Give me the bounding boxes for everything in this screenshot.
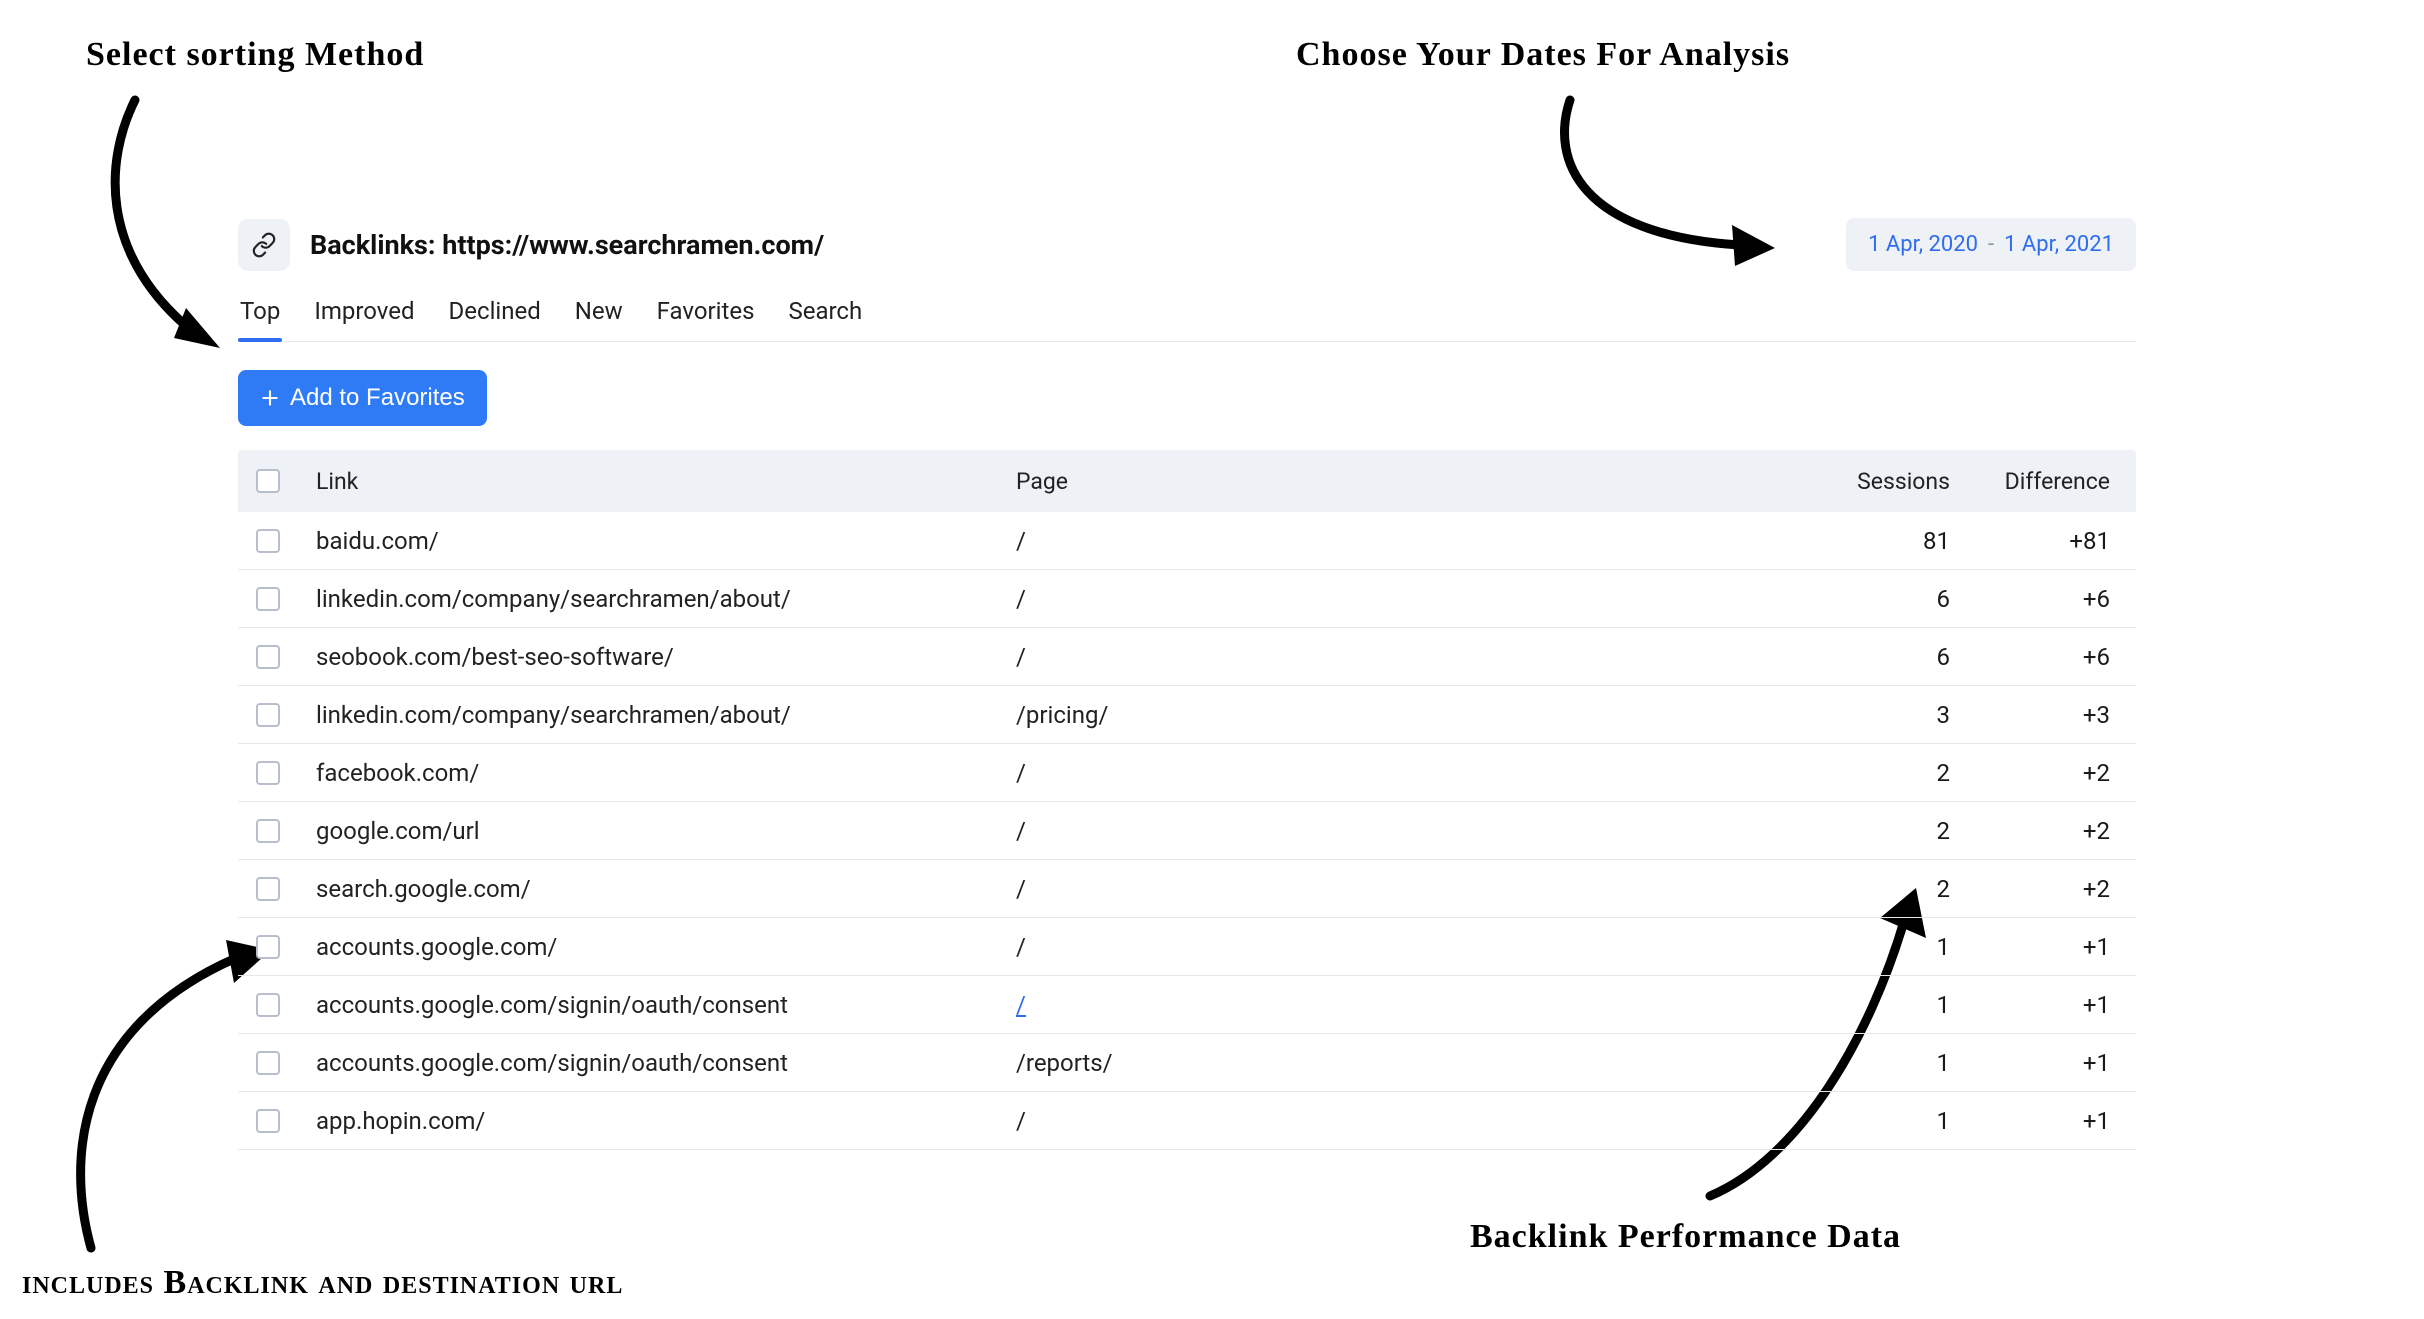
difference-value: +2 [1958,875,2118,903]
destination-page: / [1016,643,1798,671]
row-checkbox[interactable] [256,819,280,843]
backlinks-panel: Backlinks: https://www.searchramen.com/ … [238,218,2136,1150]
difference-value: +1 [1958,1049,2118,1077]
annotation-choose-dates: Choose Your Dates For Analysis [1296,36,1790,74]
add-to-favorites-button[interactable]: Add to Favorites [238,370,487,426]
destination-page: / [1016,875,1798,903]
page-title: Backlinks: https://www.searchramen.com/ [310,229,824,261]
column-sessions[interactable]: Sessions [1798,468,1958,495]
difference-value: +6 [1958,585,2118,613]
difference-value: +2 [1958,817,2118,845]
backlink-url[interactable]: linkedin.com/company/searchramen/about/ [316,701,1016,729]
destination-page: / [1016,759,1798,787]
difference-value: +3 [1958,701,2118,729]
backlink-url[interactable]: baidu.com/ [316,527,1016,555]
difference-value: +6 [1958,643,2118,671]
destination-page: / [1016,817,1798,845]
column-difference[interactable]: Difference [1958,468,2118,495]
difference-value: +1 [1958,991,2118,1019]
sessions-value: 6 [1798,585,1958,613]
sessions-value: 81 [1798,527,1958,555]
backlink-url[interactable]: accounts.google.com/signin/oauth/consent [316,991,1016,1019]
annotation-sorting-method: Select sorting Method [86,36,424,74]
annotation-performance: Backlink Performance Data [1470,1218,1901,1256]
table-row: seobook.com/best-seo-software//6+6 [238,628,2136,686]
destination-page: /pricing/ [1016,701,1798,729]
table-row: google.com/url/2+2 [238,802,2136,860]
table-row: facebook.com//2+2 [238,744,2136,802]
tab-favorites[interactable]: Favorites [655,297,757,341]
date-range-picker[interactable]: 1 Apr, 2020 - 1 Apr, 2021 [1846,218,2136,271]
row-checkbox[interactable] [256,761,280,785]
destination-page: / [1016,527,1798,555]
sessions-value: 2 [1798,875,1958,903]
tab-top[interactable]: Top [238,297,282,341]
backlinks-table: Link Page Sessions Difference baidu.com/… [238,450,2136,1150]
sessions-value: 6 [1798,643,1958,671]
row-checkbox[interactable] [256,877,280,901]
row-checkbox[interactable] [256,993,280,1017]
backlink-url[interactable]: google.com/url [316,817,1016,845]
sessions-value: 3 [1798,701,1958,729]
select-all-checkbox[interactable] [256,469,280,493]
tab-search[interactable]: Search [786,297,864,341]
row-checkbox[interactable] [256,529,280,553]
table-row: linkedin.com/company/searchramen/about//… [238,686,2136,744]
tab-new[interactable]: New [573,297,625,341]
annotation-backlink-url: includes Backlink and destination url [22,1264,623,1302]
backlink-url[interactable]: accounts.google.com/signin/oauth/consent [316,1049,1016,1077]
panel-header-row: Backlinks: https://www.searchramen.com/ … [238,218,2136,297]
backlink-url[interactable]: linkedin.com/company/searchramen/about/ [316,585,1016,613]
destination-page: / [1016,585,1798,613]
row-checkbox[interactable] [256,1109,280,1133]
backlink-url[interactable]: search.google.com/ [316,875,1016,903]
backlink-url[interactable]: app.hopin.com/ [316,1107,1016,1135]
table-row: baidu.com//81+81 [238,512,2136,570]
add-to-favorites-label: Add to Favorites [290,384,465,412]
sessions-value: 2 [1798,817,1958,845]
date-from: 1 Apr, 2020 [1868,232,1978,257]
date-to: 1 Apr, 2021 [2004,232,2114,257]
table-row: accounts.google.com/signin/oauth/consent… [238,976,2136,1034]
plus-icon [260,388,280,408]
column-page[interactable]: Page [1016,468,1798,495]
table-row: accounts.google.com//1+1 [238,918,2136,976]
table-row: search.google.com//2+2 [238,860,2136,918]
title-group: Backlinks: https://www.searchramen.com/ [238,219,824,271]
table-header-row: Link Page Sessions Difference [238,450,2136,512]
backlink-url[interactable]: accounts.google.com/ [316,933,1016,961]
difference-value: +1 [1958,933,2118,961]
row-checkbox[interactable] [256,587,280,611]
destination-page[interactable]: / [1016,991,1798,1019]
table-row: app.hopin.com//1+1 [238,1092,2136,1150]
table-row: accounts.google.com/signin/oauth/consent… [238,1034,2136,1092]
sessions-value: 1 [1798,1107,1958,1135]
tabs-row: Top Improved Declined New Favorites Search [238,297,2136,342]
table-row: linkedin.com/company/searchramen/about//… [238,570,2136,628]
row-checkbox[interactable] [256,703,280,727]
tab-improved[interactable]: Improved [312,297,416,341]
backlink-url[interactable]: seobook.com/best-seo-software/ [316,643,1016,671]
column-link[interactable]: Link [316,468,1016,495]
row-checkbox[interactable] [256,645,280,669]
destination-page: /reports/ [1016,1049,1798,1077]
date-dash: - [1988,232,1994,257]
link-icon [238,219,290,271]
sessions-value: 2 [1798,759,1958,787]
destination-page: / [1016,1107,1798,1135]
row-checkbox[interactable] [256,935,280,959]
backlink-url[interactable]: facebook.com/ [316,759,1016,787]
destination-page: / [1016,933,1798,961]
tab-declined[interactable]: Declined [447,297,543,341]
sessions-value: 1 [1798,933,1958,961]
sessions-value: 1 [1798,991,1958,1019]
sessions-value: 1 [1798,1049,1958,1077]
row-checkbox[interactable] [256,1051,280,1075]
difference-value: +81 [1958,527,2118,555]
table-body: baidu.com//81+81linkedin.com/company/sea… [238,512,2136,1150]
difference-value: +1 [1958,1107,2118,1135]
difference-value: +2 [1958,759,2118,787]
